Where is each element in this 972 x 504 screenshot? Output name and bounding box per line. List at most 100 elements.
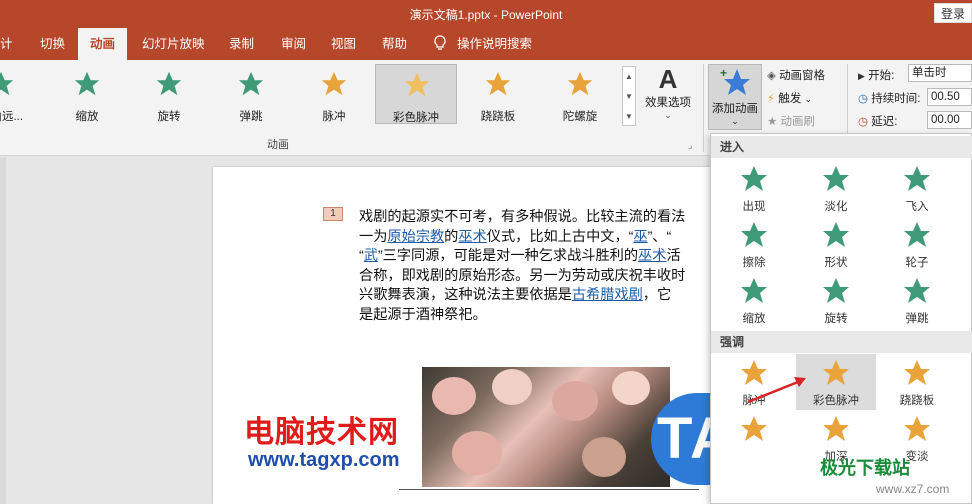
gallery-item[interactable]: 脉冲 — [293, 64, 375, 124]
zoom-star-icon — [741, 278, 767, 303]
tab-review[interactable]: 审阅 — [281, 28, 306, 60]
gallery-item-label: 式由远... — [0, 111, 24, 123]
text-run: 一为 — [359, 228, 388, 245]
animation-effect-item[interactable]: 形状 — [796, 216, 876, 272]
animation-effect-item[interactable]: 彩色脉冲 — [796, 354, 876, 410]
bounce-star-icon — [904, 278, 930, 303]
tab-help[interactable]: 帮助 — [382, 28, 407, 60]
animation-painter-button[interactable]: ★ 动画刷 — [767, 113, 815, 129]
gallery-item[interactable]: 式由远... — [0, 64, 42, 124]
duration-input[interactable]: 00.50 — [927, 88, 972, 106]
teeter-star-icon — [904, 360, 930, 385]
add-animation-button[interactable]: + 添加动画 ⌄ — [708, 64, 762, 130]
text-run: 活 — [666, 248, 681, 264]
start-select[interactable]: 单击时 — [908, 64, 972, 82]
slide-text-box[interactable]: 戏剧的起源实不可考，有多种假说。比较主流的看法 一为原始宗教的巫术仪式，比如上古中… — [359, 208, 719, 328]
duration-label: ◷ 持续时间: — [858, 93, 921, 105]
animation-effect-item[interactable]: 擦除 — [714, 216, 794, 272]
tell-me-label: 操作说明搜索 — [457, 37, 533, 51]
gallery-more-icon[interactable]: ▼ — [623, 107, 635, 127]
animation-effect-item[interactable]: 淡化 — [796, 160, 876, 216]
tab-view[interactable]: 视图 — [331, 28, 356, 60]
tab-record[interactable]: 录制 — [229, 28, 254, 60]
animation-effect-item[interactable]: 缩放 — [714, 272, 794, 328]
animation-effect-item[interactable]: 飞入 — [877, 160, 957, 216]
tab-slideshow[interactable]: 幻灯片放映 — [142, 28, 205, 60]
entrance-header: 进入 — [711, 136, 972, 158]
bounce-star-icon — [238, 71, 264, 96]
text-run: ”三字同源，可能是对一种乞求战斗胜利的 — [377, 248, 639, 264]
animation-effect-item[interactable]: 跷跷板 — [877, 354, 957, 410]
gallery-item-label: 脉冲 — [322, 111, 346, 123]
gallery-item[interactable]: 旋转 — [128, 64, 210, 124]
title-bar: 演示文稿1.pptx - PowerPoint 登录 — [0, 0, 972, 28]
watermark-text: 电脑技术网 — [244, 416, 399, 449]
dialog-launcher-icon[interactable]: ⌟ — [688, 140, 692, 151]
hyperlink[interactable]: 武 — [364, 248, 378, 264]
trigger-button[interactable]: ⚡ 触发 ⌄ — [767, 90, 812, 106]
shape-star-icon — [823, 222, 849, 247]
tab-transitions[interactable]: 切换 — [40, 28, 65, 60]
effect-label: 擦除 — [742, 257, 766, 269]
hyperlink[interactable]: 古希腊戏剧 — [572, 287, 643, 303]
site-watermark: 极光下载站 — [820, 458, 910, 478]
gallery-item-label: 旋转 — [157, 111, 181, 123]
tab-design[interactable]: 计 — [0, 28, 13, 60]
gallery-item[interactable]: 彩色脉冲 — [375, 64, 457, 124]
animation-effect-item[interactable]: 出现 — [714, 160, 794, 216]
chevron-down-icon: ⌄ — [731, 116, 739, 126]
scroll-down-icon[interactable]: ▼ — [623, 87, 635, 107]
clock-icon: ◷ — [858, 116, 869, 128]
chevron-down-icon: ⌄ — [664, 110, 672, 120]
text-run: 合称，即戏剧的原始形态。另一为劳动或庆祝丰收时 — [359, 267, 686, 284]
spinner-star-icon — [567, 71, 593, 96]
site-watermark-url: www.xz7.com — [876, 482, 950, 496]
animation-effect-item[interactable]: 轮子 — [877, 216, 957, 272]
hyperlink[interactable]: 巫术 — [458, 229, 486, 245]
pulse-star-icon — [321, 71, 347, 96]
effect-label: 跷跷板 — [899, 395, 935, 407]
animation-pane-icon: ◈ — [767, 70, 776, 82]
login-button[interactable]: 登录 — [934, 3, 972, 23]
tell-me-search[interactable]: 操作说明搜索 — [433, 28, 532, 60]
animation-effect-item[interactable]: 脉冲 — [714, 354, 794, 410]
effect-options-button[interactable]: A 效果选项 ⌄ — [640, 64, 696, 130]
gallery-item-label: 彩色脉冲 — [393, 112, 439, 124]
delay-input[interactable]: 00.00 — [927, 111, 972, 129]
gallery-item[interactable]: 缩放 — [46, 64, 128, 124]
text-run: 兴歌舞表演，这种说法主要依据是 — [359, 287, 572, 303]
effect-label: 弹跳 — [905, 313, 929, 325]
text-line: 戏剧的起源实不可考，有多种假说。比较主流的看法 — [359, 208, 719, 228]
animation-effect-item[interactable]: 弹跳 — [877, 272, 957, 328]
gallery-scroller[interactable]: ▲ ▼ ▼ — [622, 66, 636, 126]
effect-label: 旋转 — [824, 313, 848, 325]
gallery-item-label: 陀螺旋 — [562, 111, 598, 123]
delay-label: ◷ 延迟: — [858, 116, 898, 128]
svg-text:+: + — [720, 67, 727, 80]
color-pulse-star-icon — [823, 360, 849, 385]
color-pulse-star-icon — [404, 72, 430, 97]
thumbnail-pane[interactable] — [0, 157, 6, 504]
scroll-up-icon[interactable]: ▲ — [623, 67, 635, 87]
animation-order-tag[interactable]: 1 — [323, 207, 343, 221]
animation-effect-item[interactable] — [714, 410, 794, 466]
hyperlink[interactable]: 巫 — [633, 229, 647, 245]
play-icon: ▶ — [858, 71, 865, 81]
gallery-item[interactable]: 弹跳 — [210, 64, 292, 124]
animation-effect-item[interactable]: 旋转 — [796, 272, 876, 328]
star-icon — [741, 416, 767, 441]
gallery-item[interactable]: 跷跷板 — [457, 64, 539, 124]
tab-animations[interactable]: 动画 — [78, 28, 128, 60]
effect-options-label: 效果选项 — [645, 97, 691, 109]
teeter-star-icon — [485, 71, 511, 96]
add-animation-label: 添加动画 — [712, 103, 758, 115]
animation-pane-button[interactable]: ◈ 动画窗格 — [767, 67, 825, 83]
gallery-item[interactable]: 陀螺旋 — [539, 64, 621, 124]
animation-painter-icon: ★ — [767, 116, 778, 128]
divider — [703, 64, 704, 152]
hyperlink[interactable]: 原始宗教 — [387, 229, 444, 245]
gallery-item-label: 弹跳 — [239, 111, 263, 123]
text-run: 是起源于酒神祭祀。 — [359, 306, 487, 323]
rose-photo[interactable] — [422, 367, 670, 487]
hyperlink[interactable]: 巫术 — [638, 248, 666, 264]
